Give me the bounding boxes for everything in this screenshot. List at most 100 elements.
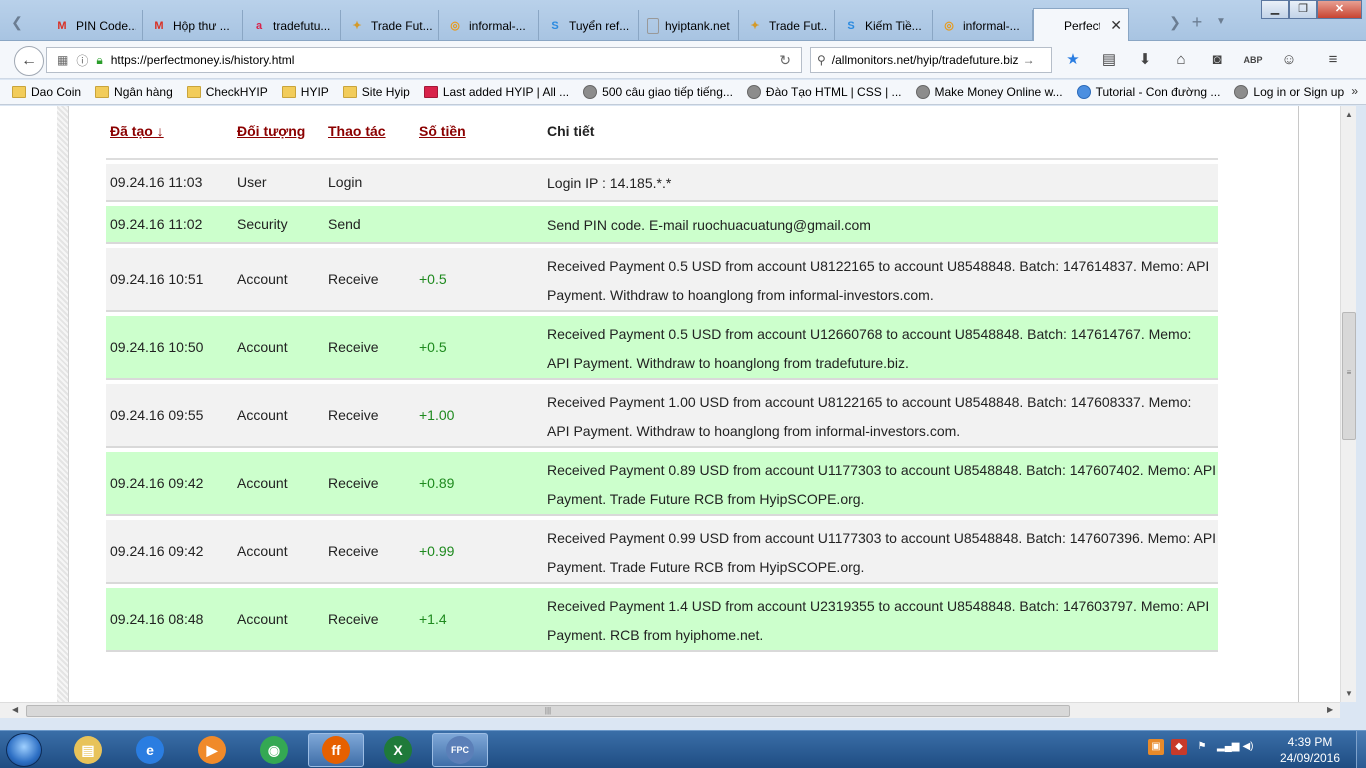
cell-amount: +0.89 xyxy=(419,475,455,491)
page-content: Đã tạo ↓ Đối tượng Thao tác Số tiền Chi … xyxy=(0,106,1340,702)
tab-title: hyiptank.net ... xyxy=(665,18,732,33)
downloads-icon[interactable]: ⬇ xyxy=(1134,50,1156,70)
tab[interactable]: S Tuyển ref... xyxy=(539,10,639,41)
taskbar-app-chrome[interactable]: ◉ xyxy=(246,733,302,767)
tab[interactable]: a tradefutu... xyxy=(243,10,341,41)
tab[interactable]: M Hộp thư ... xyxy=(143,10,243,41)
taskbar-app-fpc[interactable]: FPC xyxy=(432,733,488,767)
clock[interactable]: 4:39 PM 24/09/2016 xyxy=(1270,734,1350,766)
tab[interactable]: S Kiếm Tiề... xyxy=(835,10,933,41)
bookmark-item[interactable]: Ngân hàng xyxy=(95,85,173,99)
volume-icon[interactable]: ◀) xyxy=(1240,739,1256,755)
search-bar[interactable]: ⚲ /allmonitors.net/hyip/tradefuture.biz … xyxy=(810,47,1052,73)
bookmark-item[interactable]: CheckHYIP xyxy=(186,85,268,99)
tab[interactable]: ◎ informal-... xyxy=(933,10,1033,41)
table-header: Đã tạo ↓ Đối tượng Thao tác Số tiền Chi … xyxy=(106,106,1218,160)
scroll-left-icon[interactable]: ◀ xyxy=(12,705,18,714)
cell-object: Security xyxy=(237,216,288,232)
pocket-icon[interactable]: ◙ xyxy=(1206,50,1228,70)
globe-icon xyxy=(1234,85,1249,99)
firefox-icon: ff xyxy=(322,736,350,764)
bookmark-item[interactable]: Dao Coin xyxy=(12,85,81,99)
scroll-down-icon[interactable]: ▼ xyxy=(1341,689,1357,698)
reload-icon[interactable]: ↻ xyxy=(779,52,791,69)
bookmark-item[interactable]: HYIP xyxy=(281,85,329,99)
tab-scroll-right-icon[interactable]: ❯ xyxy=(1168,12,1182,32)
tab[interactable]: hyiptank.net ... xyxy=(639,10,739,41)
close-window-button[interactable]: ✕ xyxy=(1317,0,1362,19)
scroll-up-icon[interactable]: ▲ xyxy=(1341,110,1357,119)
taskbar-app-excel[interactable]: X xyxy=(370,733,426,767)
close-tab-icon[interactable]: ✕ xyxy=(1110,17,1122,34)
url-bar[interactable]: ▦ ⓘ 🔒︎ https://perfectmoney.is/history.h… xyxy=(46,47,802,73)
tab[interactable]: ✦ Trade Fut... xyxy=(341,10,439,41)
cell-date: 09.24.16 10:51 xyxy=(110,271,204,287)
reader-view-icon[interactable]: ▦ xyxy=(57,53,68,67)
bookmark-item[interactable]: Đào Tạo HTML | CSS | ... xyxy=(746,85,902,99)
show-desktop-button[interactable] xyxy=(1356,731,1366,768)
bookmark-item[interactable]: Log in or Sign up xyxy=(1234,85,1344,99)
horizontal-scroll-thumb[interactable]: ||| xyxy=(26,705,1070,717)
restore-button[interactable]: ❐ xyxy=(1289,0,1317,19)
tab[interactable]: ✦ Trade Fut... xyxy=(739,10,835,41)
table-row: 09.24.16 08:48 Account Receive +1.4 Received… xyxy=(106,588,1218,652)
search-go-icon[interactable]: → xyxy=(1023,53,1035,67)
taskbar: ▤ e ▶ ◉ ff X FPC ▣ ◆ ⚑ ▂▄▆ ◀) 4:39 PM 24/09/20… xyxy=(0,730,1366,768)
bookmark-item[interactable]: Tutorial - Con đường ... xyxy=(1076,85,1221,99)
tab-scroll-left-icon[interactable]: ❮ xyxy=(10,12,24,32)
bookmark-item[interactable]: 500 câu giao tiếp tiếng... xyxy=(583,85,733,99)
tab[interactable]: ◎ informal-... xyxy=(439,10,539,41)
trade-future-icon: ✦ xyxy=(352,20,362,32)
vertical-scrollbar[interactable]: ▲ ≡ ▼ xyxy=(1340,106,1356,702)
cell-object: Account xyxy=(237,407,288,423)
menu-icon[interactable]: ≡ xyxy=(1322,50,1344,70)
list-all-tabs-icon[interactable]: ▼ xyxy=(1214,12,1228,32)
url-text[interactable]: https://perfectmoney.is/history.html xyxy=(111,53,295,67)
site-info-icon[interactable]: ⓘ xyxy=(76,52,88,69)
header-created-link[interactable]: Đã tạo ↓ xyxy=(110,123,164,139)
minimize-button[interactable]: ▁ xyxy=(1261,0,1289,19)
vertical-scroll-thumb[interactable]: ≡ xyxy=(1342,312,1356,440)
horizontal-scrollbar[interactable]: ◀ ||| ▶ xyxy=(0,702,1340,718)
taskbar-app-explorer[interactable]: ▤ xyxy=(60,733,116,767)
taskbar-app-firefox[interactable]: ff xyxy=(308,733,364,767)
bookmark-item[interactable]: Last added HYIP | All ... xyxy=(423,85,569,99)
bookmarks-bar: Dao Coin Ngân hàng CheckHYIP HYIP Site Hyip L… xyxy=(0,80,1366,105)
start-button[interactable] xyxy=(6,733,42,767)
tab-title: Kiếm Tiề... xyxy=(865,18,922,33)
bookmark-item[interactable]: Site Hyip xyxy=(342,85,410,99)
cell-detail: Send PIN code. E-mail ruochuacuatung@gma… xyxy=(547,217,871,233)
bookmark-star-icon[interactable]: ★ xyxy=(1062,50,1084,70)
cell-detail: Login IP : 14.185.*.* xyxy=(547,175,672,191)
tab[interactable]: M PIN Code... xyxy=(46,10,143,41)
new-tab-icon[interactable]: + xyxy=(1190,12,1204,32)
bookmark-label: Tutorial - Con đường ... xyxy=(1095,85,1221,99)
tray-app-icon[interactable]: ▣ xyxy=(1148,739,1164,755)
adblock-plus-icon[interactable]: ABP xyxy=(1242,50,1264,70)
cell-object: User xyxy=(237,174,267,190)
tray-antivirus-icon[interactable]: ◆ xyxy=(1171,739,1187,755)
extension-icon[interactable]: ☺ xyxy=(1278,50,1300,70)
taskbar-app-media-player[interactable]: ▶ xyxy=(184,733,240,767)
folder-icon xyxy=(342,86,357,98)
network-icon[interactable]: ▂▄▆ xyxy=(1217,739,1239,755)
tab-title: Perfect M... xyxy=(1064,18,1101,33)
header-action-link[interactable]: Thao tác xyxy=(328,123,386,139)
tray-flag-icon[interactable]: ⚑ xyxy=(1194,739,1210,755)
home-icon[interactable]: ⌂ xyxy=(1170,50,1192,70)
search-text[interactable]: /allmonitors.net/hyip/tradefuture.biz xyxy=(832,53,1019,67)
bookmark-item[interactable]: Make Money Online w... xyxy=(915,85,1063,99)
bookmarks-library-icon[interactable]: ▤ xyxy=(1098,50,1120,70)
back-button[interactable]: ← xyxy=(14,46,44,76)
clock-date: 24/09/2016 xyxy=(1279,751,1341,765)
header-object-link[interactable]: Đối tượng xyxy=(237,123,305,139)
navigation-bar: ← ▦ ⓘ 🔒︎ https://perfectmoney.is/history… xyxy=(0,41,1366,79)
tab[interactable]: Perfect M... ✕ xyxy=(1033,8,1129,42)
cell-detail: Received Payment 1.00 USD from account U… xyxy=(547,394,1192,439)
table-row: 09.24.16 11:03 User Login Login IP : 14.185… xyxy=(106,164,1218,202)
scroll-right-icon[interactable]: ▶ xyxy=(1327,705,1333,714)
taskbar-app-internet-explorer[interactable]: e xyxy=(122,733,178,767)
bookmarks-overflow-icon[interactable]: » xyxy=(1351,84,1358,98)
header-amount-link[interactable]: Số tiền xyxy=(419,123,466,139)
cell-date: 09.24.16 11:03 xyxy=(110,174,203,190)
